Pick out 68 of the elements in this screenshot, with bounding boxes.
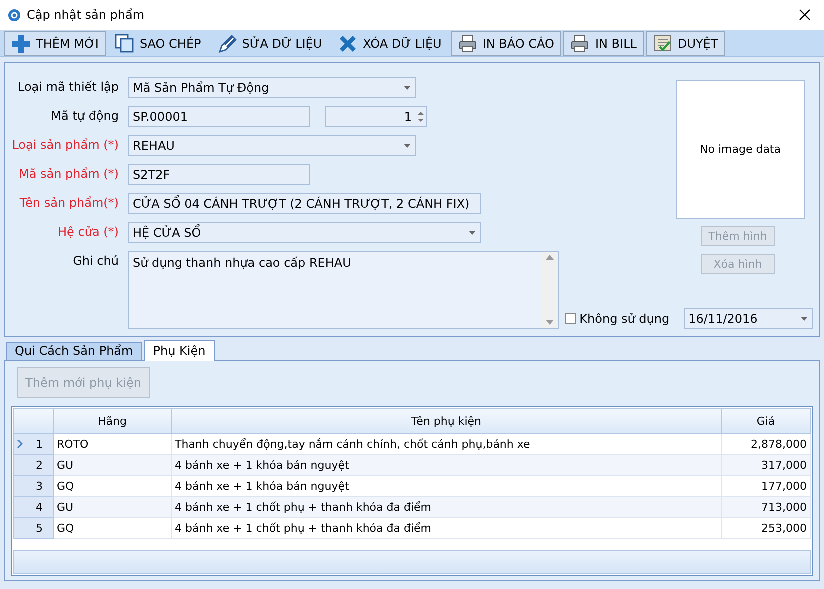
field-label: Loại mã thiết lập — [16, 79, 119, 96]
field-label: Loại sản phẩm (*) — [11, 137, 119, 154]
scroll-down-icon[interactable] — [546, 320, 554, 325]
toolbar-button[interactable]: IN BÁO CÁO — [450, 31, 562, 56]
tab[interactable]: Phụ Kiện — [144, 340, 215, 361]
toolbar-button[interactable]: SỬA DỮ LIỆU — [210, 31, 330, 56]
table-cell: 4 bánh xe + 1 chốt phụ + thanh khóa đa điểm — [172, 496, 722, 518]
checked-document-icon — [652, 34, 673, 54]
scroll-up-icon[interactable] — [546, 255, 554, 260]
row-number: 1 — [36, 438, 43, 450]
toolbar-button[interactable]: IN BILL — [563, 31, 644, 56]
table-cell: 317,000 — [722, 454, 810, 476]
field-label: Mã tự động — [50, 108, 119, 125]
table-cell: GU — [54, 496, 172, 518]
close-icon[interactable] — [798, 8, 812, 22]
table-cell: 4 bánh xe + 1 khóa bán nguyệt — [172, 454, 722, 476]
printer-icon — [570, 34, 590, 54]
toolbar-button[interactable]: XÓA DỮ LIỆU — [331, 31, 449, 56]
dropdown[interactable]: HỆ CỬA SỔ — [128, 222, 481, 243]
field-label: Mã sản phẩm (*) — [18, 166, 119, 183]
row-header[interactable]: 3 — [14, 476, 54, 496]
row-header[interactable]: 4 — [14, 496, 54, 518]
dropdown-arrow-icon[interactable] — [404, 86, 411, 90]
row-number: 2 — [36, 458, 43, 472]
dropdown[interactable]: REHAU — [128, 135, 416, 156]
date-picker[interactable]: 16/11/2016 — [684, 308, 813, 329]
dropdown-arrow-icon[interactable] — [469, 230, 476, 234]
row-number: 3 — [36, 480, 43, 492]
window-title: Cập nhật sản phẩm — [27, 8, 146, 22]
table-cell: 713,000 — [722, 496, 810, 518]
copy-icon — [114, 34, 135, 54]
column-header[interactable]: Tên phụ kiện — [172, 408, 722, 434]
number-spinner[interactable]: 1 — [325, 106, 427, 127]
checkbox[interactable] — [565, 313, 576, 324]
plus-icon — [11, 34, 31, 54]
current-row-icon — [17, 440, 23, 448]
dropdown-arrow-icon[interactable] — [404, 144, 411, 148]
row-number: 5 — [36, 522, 43, 534]
column-header[interactable]: Hãng — [54, 408, 172, 434]
row-number: 4 — [36, 500, 43, 514]
table-cell: 4 bánh xe + 1 chốt phụ + thanh khóa đa điểm — [172, 518, 722, 538]
x-icon — [338, 34, 358, 54]
field-label: Hệ cửa (*) — [57, 224, 119, 241]
app-icon — [8, 8, 21, 22]
field-label: Ghi chú — [72, 253, 119, 270]
pencil-icon — [217, 34, 238, 54]
row-header[interactable]: 5 — [14, 518, 54, 538]
printer-icon — [458, 34, 478, 54]
row-header[interactable]: 2 — [14, 454, 54, 476]
table-cell: GQ — [54, 518, 172, 538]
text-field[interactable]: SP.00001 — [128, 106, 310, 127]
notes-field[interactable]: Sử dụng thanh nhựa cao cấp REHAU — [128, 251, 559, 329]
text-field[interactable]: CỬA SỔ 04 CÁNH TRƯỢT (2 CÁNH TRƯỢT, 2 CÁNH FIX) — [128, 193, 481, 214]
spin-arrows-icon[interactable] — [418, 110, 424, 122]
table-cell: 253,000 — [722, 518, 810, 538]
table-cell: GU — [54, 454, 172, 476]
toolbar-button[interactable]: SAO CHÉP — [108, 31, 208, 56]
checkbox-label: Không sử dụng — [580, 312, 670, 326]
field-label: Tên sản phẩm(*) — [18, 195, 119, 212]
toolbar-button[interactable]: THÊM MỚI — [4, 31, 106, 56]
toolbar-button[interactable]: DUYỆT — [646, 31, 726, 56]
dropdown-arrow-icon[interactable] — [801, 316, 808, 320]
row-header[interactable]: 1 — [14, 434, 54, 454]
image-box[interactable]: No image data — [676, 80, 805, 219]
tab[interactable]: Qui Cách Sản Phẩm — [6, 342, 142, 360]
dropdown[interactable]: Mã Sản Phẩm Tự Động — [128, 77, 416, 98]
column-header[interactable]: Giá — [722, 408, 810, 434]
text-field[interactable]: S2T2F — [128, 164, 310, 185]
